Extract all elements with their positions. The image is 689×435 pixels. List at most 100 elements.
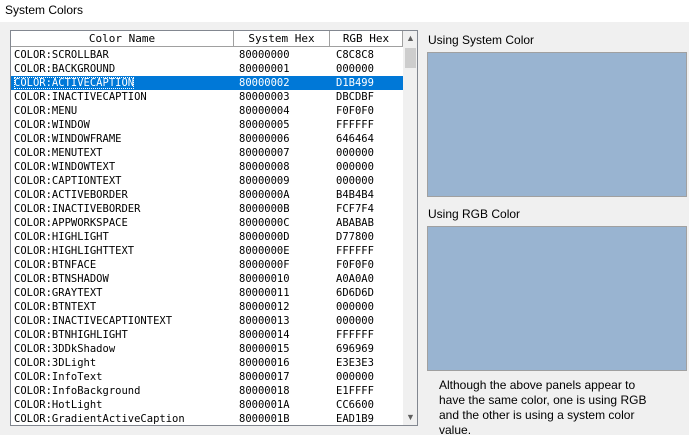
system-hex-cell: 8000001B — [239, 413, 290, 425]
system-hex-cell: 80000007 — [239, 147, 290, 159]
list-item[interactable]: COLOR:3DDkShadow 80000015 696969 — [11, 342, 403, 356]
color-name-cell: COLOR:BTNHIGHLIGHT — [14, 329, 128, 341]
system-hex-cell: 80000001 — [239, 63, 290, 75]
list-item[interactable]: COLOR:SCROLLBAR 80000000 C8C8C8 — [11, 48, 403, 62]
system-hex-cell: 8000000C — [239, 217, 290, 229]
system-hex-cell: 8000000D — [239, 231, 290, 243]
rgb-hex-cell: 000000 — [336, 147, 374, 159]
rgb-hex-cell: CC6600 — [336, 399, 374, 411]
color-name-cell: COLOR:HIGHLIGHTTEXT — [14, 245, 135, 257]
system-hex-cell: 80000016 — [239, 357, 290, 369]
column-header-color-name[interactable]: Color Name — [11, 31, 234, 46]
list-item[interactable]: COLOR:CAPTIONTEXT 80000009 000000 — [11, 174, 403, 188]
rgb-hex-cell: F0F0F0 — [336, 105, 374, 117]
list-item[interactable]: COLOR:MENUTEXT 80000007 000000 — [11, 146, 403, 160]
rgb-color-label: Using RGB Color — [428, 207, 521, 221]
color-name-cell: COLOR:BACKGROUND — [14, 63, 116, 75]
rgb-hex-cell: FFFFFF — [336, 245, 374, 257]
color-name-cell: COLOR:ACTIVEBORDER — [14, 189, 128, 201]
list-item[interactable]: COLOR:BTNFACE 8000000F F0F0F0 — [11, 258, 403, 272]
rgb-hex-cell: ABABAB — [336, 217, 374, 229]
system-hex-cell: 80000008 — [239, 161, 290, 173]
list-body: COLOR:SCROLLBAR 80000000 C8C8C8 COLOR:BACKG… — [11, 48, 403, 425]
color-name-cell: COLOR:INACTIVECAPTIONTEXT — [14, 315, 173, 327]
system-hex-cell: 8000000F — [239, 259, 290, 271]
list-item[interactable]: COLOR:WINDOWTEXT 80000008 000000 — [11, 160, 403, 174]
rgb-hex-cell: 000000 — [336, 371, 374, 383]
chevron-down-icon[interactable]: ▼ — [403, 410, 417, 425]
rgb-hex-cell: E1FFFF — [336, 385, 374, 397]
color-name-cell: COLOR:MENU — [14, 105, 78, 117]
system-hex-cell: 80000002 — [239, 77, 290, 89]
vertical-scrollbar[interactable]: ▲ ▼ — [403, 31, 417, 425]
color-name-cell: COLOR:APPWORKSPACE — [14, 217, 128, 229]
list-item[interactable]: COLOR:GradientActiveCaption 8000001B EAD1B… — [11, 412, 403, 425]
rgb-hex-cell: FFFFFF — [336, 329, 374, 341]
system-hex-cell: 80000015 — [239, 343, 290, 355]
chevron-up-icon[interactable]: ▲ — [403, 31, 417, 46]
list-item[interactable]: COLOR:BTNSHADOW 80000010 A0A0A0 — [11, 272, 403, 286]
list-item[interactable]: COLOR:MENU 80000004 F0F0F0 — [11, 104, 403, 118]
rgb-hex-cell: FFFFFF — [336, 119, 374, 131]
rgb-hex-cell: 000000 — [336, 63, 374, 75]
color-name-cell: COLOR:InfoText — [14, 371, 103, 383]
system-hex-cell: 80000000 — [239, 49, 290, 61]
rgb-hex-cell: EAD1B9 — [336, 413, 374, 425]
list-item[interactable]: COLOR:APPWORKSPACE 8000000C ABABAB — [11, 216, 403, 230]
system-hex-cell: 80000003 — [239, 91, 290, 103]
system-hex-cell: 80000014 — [239, 329, 290, 341]
explanation-text: Although the above panels appear to have… — [439, 378, 647, 435]
list-item[interactable]: COLOR:GRAYTEXT 80000011 6D6D6D — [11, 286, 403, 300]
scrollbar-thumb[interactable] — [405, 48, 416, 68]
rgb-hex-cell: F0F0F0 — [336, 259, 374, 271]
color-name-cell: COLOR:WINDOWTEXT — [14, 161, 116, 173]
color-name-cell: COLOR:INACTIVEBORDER — [14, 203, 141, 215]
color-name-cell: COLOR:HIGHLIGHT — [14, 231, 109, 243]
color-name-cell: COLOR:3DLight — [14, 357, 97, 369]
rgb-hex-cell: 000000 — [336, 315, 374, 327]
list-item[interactable]: COLOR:WINDOW 80000005 FFFFFF — [11, 118, 403, 132]
color-name-cell: COLOR:SCROLLBAR — [14, 49, 109, 61]
list-item[interactable]: COLOR:HIGHLIGHTTEXT 8000000E FFFFFF — [11, 244, 403, 258]
rgb-hex-cell: E3E3E3 — [336, 357, 374, 369]
color-name-cell: COLOR:BTNFACE — [14, 259, 97, 271]
rgb-hex-cell: D77800 — [336, 231, 374, 243]
list-item[interactable]: COLOR:ACTIVECAPTION 80000002 D1B499 — [11, 76, 403, 90]
rgb-hex-cell: D1B499 — [336, 77, 374, 89]
color-name-cell: COLOR:WINDOWFRAME — [14, 133, 122, 145]
rgb-hex-cell: FCF7F4 — [336, 203, 374, 215]
color-name-cell: COLOR:3DDkShadow — [14, 343, 116, 355]
color-list[interactable]: Color Name System Hex RGB Hex COLOR:SCRO… — [10, 30, 418, 426]
color-name-cell: COLOR:GRAYTEXT — [14, 287, 103, 299]
list-item[interactable]: COLOR:BTNTEXT 80000012 000000 — [11, 300, 403, 314]
color-name-cell: COLOR:BTNTEXT — [14, 301, 97, 313]
system-hex-cell: 8000000B — [239, 203, 290, 215]
system-color-panel — [427, 52, 687, 197]
list-item[interactable]: COLOR:HIGHLIGHT 8000000D D77800 — [11, 230, 403, 244]
list-item[interactable]: COLOR:BTNHIGHLIGHT 80000014 FFFFFF — [11, 328, 403, 342]
rgb-hex-cell: A0A0A0 — [336, 273, 374, 285]
list-item[interactable]: COLOR:WINDOWFRAME 80000006 646464 — [11, 132, 403, 146]
list-item[interactable]: COLOR:InfoBackground 80000018 E1FFFF — [11, 384, 403, 398]
list-item[interactable]: COLOR:ACTIVEBORDER 8000000A B4B4B4 — [11, 188, 403, 202]
list-item[interactable]: COLOR:BACKGROUND 80000001 000000 — [11, 62, 403, 76]
list-item[interactable]: COLOR:InfoText 80000017 000000 — [11, 370, 403, 384]
list-item[interactable]: COLOR:INACTIVECAPTION 80000003 DBCDBF — [11, 90, 403, 104]
color-name-cell: COLOR:HotLight — [14, 399, 103, 411]
list-item[interactable]: COLOR:3DLight 80000016 E3E3E3 — [11, 356, 403, 370]
column-header-rgb-hex[interactable]: RGB Hex — [330, 31, 403, 46]
column-header-system-hex[interactable]: System Hex — [234, 31, 330, 46]
list-item[interactable]: COLOR:INACTIVEBORDER 8000000B FCF7F4 — [11, 202, 403, 216]
system-hex-cell: 80000017 — [239, 371, 290, 383]
system-hex-cell: 80000005 — [239, 119, 290, 131]
system-hex-cell: 80000011 — [239, 287, 290, 299]
color-name-cell: COLOR:ACTIVECAPTION — [14, 77, 135, 89]
list-item[interactable]: COLOR:HotLight 8000001A CC6600 — [11, 398, 403, 412]
color-name-cell: COLOR:WINDOW — [14, 119, 90, 131]
color-name-cell: COLOR:MENUTEXT — [14, 147, 103, 159]
rgb-hex-cell: 000000 — [336, 161, 374, 173]
system-hex-cell: 80000004 — [239, 105, 290, 117]
system-hex-cell: 80000018 — [239, 385, 290, 397]
system-hex-cell: 80000006 — [239, 133, 290, 145]
list-item[interactable]: COLOR:INACTIVECAPTIONTEXT 80000013 000000 — [11, 314, 403, 328]
